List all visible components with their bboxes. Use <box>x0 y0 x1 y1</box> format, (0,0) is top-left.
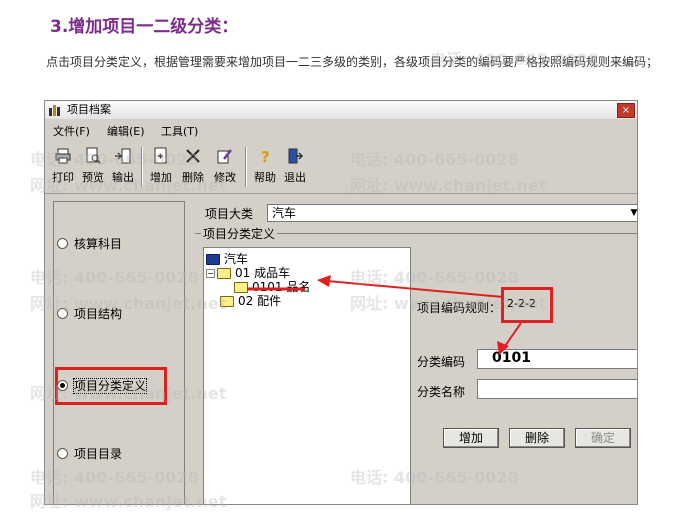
group-title: 项目分类定义 <box>201 225 278 242</box>
help-icon: ? <box>261 148 270 165</box>
watermark-phone: 电话: 400-665-0028 <box>430 50 599 69</box>
exit-label: 退出 <box>284 171 306 184</box>
radio-dot <box>57 238 68 249</box>
window-titlebar: 项目档案 × <box>45 101 637 119</box>
category-select[interactable]: 汽车 ▼ <box>267 204 637 222</box>
menu-bar: 文件(F) 编辑(E) 工具(T) <box>45 121 637 139</box>
confirm-button[interactable]: 确定 <box>575 428 631 448</box>
tree-node-label: 02 配件 <box>238 294 282 308</box>
category-label: 项目大类 <box>205 207 254 221</box>
app-icon <box>49 105 60 116</box>
watermark-phone: 电话: 400-665-0028 <box>30 150 199 169</box>
menu-tools[interactable]: 工具(T) <box>161 123 198 139</box>
class-code-input[interactable]: 0101 <box>477 349 637 369</box>
class-name-label: 分类名称 <box>417 385 466 399</box>
class-code-label: 分类编码 <box>417 355 466 369</box>
watermark-phone: 电话: 400-665-0028 <box>30 468 199 487</box>
window-title: 项目档案 <box>67 103 111 116</box>
watermark-url: 网址: www.chanjet.net <box>30 492 227 511</box>
exit-button[interactable]: 退出 <box>281 145 309 189</box>
exit-door-icon <box>288 148 304 164</box>
edit-icon <box>217 149 232 164</box>
radio-label: 核算科目 <box>74 237 123 251</box>
folder-open-icon <box>217 268 231 279</box>
delete-category-button[interactable]: 删除 <box>509 428 565 448</box>
help-label: 帮助 <box>254 171 276 184</box>
article-heading: 3.增加项目一二级分类： <box>50 17 239 37</box>
menu-edit[interactable]: 编辑(E) <box>107 123 145 139</box>
menu-file[interactable]: 文件(F) <box>53 123 90 139</box>
radio-label: 项目目录 <box>74 447 123 461</box>
watermark-phone: 电话: 400-665-0028 <box>30 268 199 287</box>
toolbar-divider <box>245 147 247 187</box>
collapse-icon[interactable]: − <box>206 269 215 278</box>
watermark-url: 网址: www.chanjet.net <box>350 176 547 195</box>
watermark-phone: 电话: 400-665-0028 <box>350 268 519 287</box>
chevron-down-icon[interactable]: ▼ <box>628 205 637 221</box>
radio-project-directory[interactable]: 项目目录 <box>57 445 122 462</box>
help-button[interactable]: ? 帮助 <box>251 145 279 189</box>
watermark-url: 网址: www.chanjet.net <box>30 384 227 403</box>
class-code-value: 0101 <box>492 350 531 366</box>
watermark-phone: 电话: 400-665-0028 <box>350 468 519 487</box>
watermark-url: 网址: www.chanjet.net <box>30 176 227 195</box>
category-value: 汽车 <box>272 206 297 220</box>
watermark-url: 网址: www.chanjet.net <box>30 294 227 313</box>
watermark-url: 网址: www.chanjet.net <box>350 294 547 313</box>
add-category-button[interactable]: 增加 <box>443 428 499 448</box>
watermark-phone: 电话: 400-665-0028 <box>350 150 519 169</box>
radio-dot <box>57 448 68 459</box>
svg-text:?: ? <box>261 148 270 165</box>
tree-node[interactable]: 02 配件 <box>220 292 281 309</box>
radio-accounting-subject[interactable]: 核算科目 <box>57 235 122 252</box>
close-button[interactable]: × <box>617 103 635 118</box>
class-name-input[interactable] <box>477 379 637 399</box>
